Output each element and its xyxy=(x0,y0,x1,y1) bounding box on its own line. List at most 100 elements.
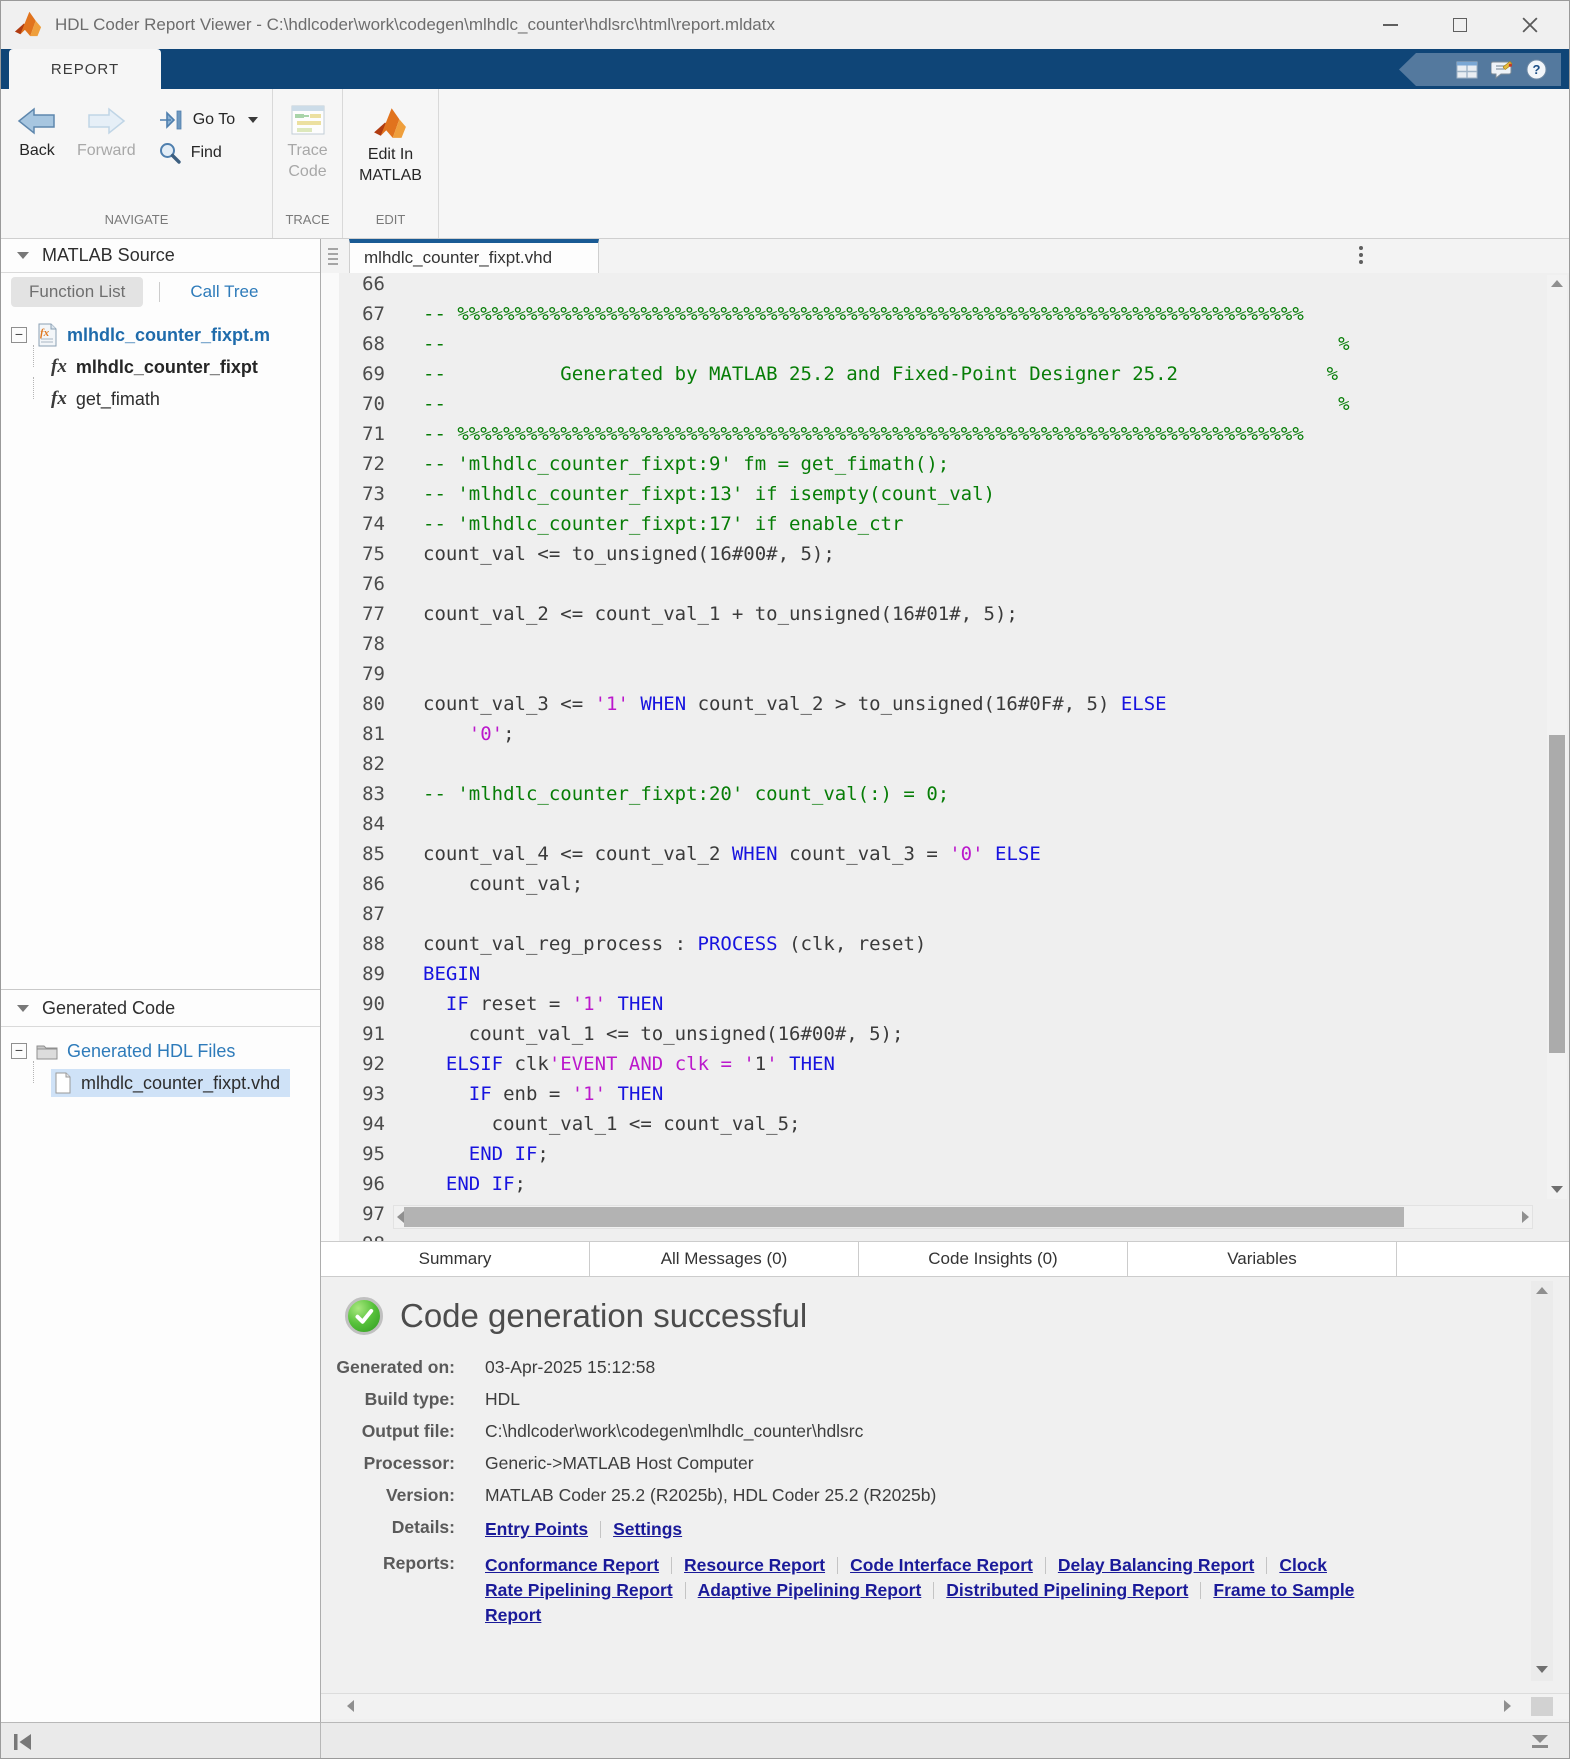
line-content: -- %%%%%%%%%%%%%%%%%%%%%%%%%%%%%%%%%%%%%… xyxy=(385,299,1304,329)
line-content: count_val_1 <= to_unsigned(16#00#, 5); xyxy=(385,1019,903,1049)
line-content: BEGIN xyxy=(385,959,480,989)
matlab-file-icon: fx xyxy=(36,323,58,347)
link-adaptive-pipelining-report[interactable]: Adaptive Pipelining Report xyxy=(698,1580,922,1600)
summary-horizontal-scrollbar[interactable] xyxy=(321,1693,1569,1719)
scroll-down-icon[interactable] xyxy=(1551,1186,1563,1193)
matlab-source-header[interactable]: MATLAB Source xyxy=(1,239,320,273)
line-number: 71 xyxy=(321,419,385,449)
close-button[interactable] xyxy=(1517,12,1543,38)
line-content: IF enb = '1' THEN xyxy=(385,1079,663,1109)
svg-text:?: ? xyxy=(1533,62,1541,77)
scroll-up-icon[interactable] xyxy=(1551,280,1563,287)
link-delay-balancing-report[interactable]: Delay Balancing Report xyxy=(1058,1555,1254,1575)
collapse-expander-icon[interactable]: − xyxy=(11,1043,27,1059)
scroll-left-icon[interactable] xyxy=(397,1211,404,1223)
forward-button[interactable]: Forward xyxy=(67,101,146,164)
code-line: 93 IF enb = '1' THEN xyxy=(321,1079,1569,1109)
tab-vhd-file[interactable]: mlhdlc_counter_fixpt.vhd xyxy=(349,239,599,273)
code-vertical-scrollbar[interactable] xyxy=(1547,275,1567,1199)
more-options-icon[interactable] xyxy=(1359,246,1363,264)
scroll-up-icon[interactable] xyxy=(1536,1287,1548,1294)
line-number: 98 xyxy=(321,1229,385,1241)
matlab-source-title: MATLAB Source xyxy=(42,245,175,266)
line-number: 84 xyxy=(321,809,385,839)
tree-item-hdl-folder[interactable]: − Generated HDL Files xyxy=(1,1035,320,1067)
line-number: 76 xyxy=(321,569,385,599)
tree-item-vhd-file[interactable]: mlhdlc_counter_fixpt.vhd xyxy=(1,1067,320,1099)
line-number: 96 xyxy=(321,1169,385,1199)
ribbon-toolbar: Back Forward Go To xyxy=(1,89,1569,239)
tree-item-function[interactable]: fx get_fimath xyxy=(1,383,320,415)
code-line: 79 xyxy=(321,659,1569,689)
link-conformance-report[interactable]: Conformance Report xyxy=(485,1555,659,1575)
edit-in-matlab-button[interactable]: Edit InMATLAB xyxy=(349,101,432,190)
back-label: Back xyxy=(19,142,55,160)
minimize-icon xyxy=(1383,24,1398,26)
collapse-expander-icon[interactable]: − xyxy=(11,327,27,343)
tree-item-function[interactable]: fx mlhdlc_counter_fixpt xyxy=(1,351,320,383)
tab-report[interactable]: REPORT xyxy=(9,49,161,89)
ribbon-group-navigate: Back Forward Go To xyxy=(1,89,273,238)
link-divider xyxy=(1266,1557,1267,1574)
code-line: 77count_val_2 <= count_val_1 + to_unsign… xyxy=(321,599,1569,629)
tree-item-label: get_fimath xyxy=(76,389,160,410)
skip-to-bottom-icon[interactable] xyxy=(1527,1733,1553,1751)
feedback-icon[interactable] xyxy=(1491,60,1513,80)
status-row: Code generation successful xyxy=(345,1297,1569,1335)
find-button[interactable]: Find xyxy=(158,141,258,165)
window-controls xyxy=(1377,12,1557,38)
tab-code-insights[interactable]: Code Insights (0) xyxy=(859,1242,1128,1276)
line-content: '0'; xyxy=(385,719,515,749)
status-bar xyxy=(1,1722,1569,1759)
vertical-scroll-thumb[interactable] xyxy=(1549,735,1565,1053)
panel-spacer xyxy=(321,1719,1569,1722)
line-number: 75 xyxy=(321,539,385,569)
line-content xyxy=(385,659,423,689)
titlebar: HDL Coder Report Viewer - C:\hdlcoder\wo… xyxy=(1,1,1569,49)
row-label: Processor: xyxy=(335,1453,455,1474)
link-code-interface-report[interactable]: Code Interface Report xyxy=(850,1555,1033,1575)
scroll-left-icon[interactable] xyxy=(347,1700,354,1712)
trace-code-button[interactable]: TraceCode xyxy=(277,101,337,186)
generated-code-header[interactable]: Generated Code xyxy=(1,989,320,1027)
summary-row-reports: Reports: Conformance ReportResource Repo… xyxy=(335,1553,1569,1628)
help-icon[interactable]: ? xyxy=(1526,59,1547,80)
group-label-navigate: NAVIGATE xyxy=(1,212,272,238)
code-line: 95 END IF; xyxy=(321,1139,1569,1169)
splitter-grip-icon[interactable] xyxy=(328,248,338,265)
maximize-button[interactable] xyxy=(1447,12,1473,38)
goto-label: Go To xyxy=(193,111,235,129)
minimize-button[interactable] xyxy=(1377,12,1403,38)
line-content: -- 'mlhdlc_counter_fixpt:9' fm = get_fim… xyxy=(385,449,949,479)
link-resource-report[interactable]: Resource Report xyxy=(684,1555,825,1575)
link-entry-points[interactable]: Entry Points xyxy=(485,1519,588,1539)
tree-item-source-file[interactable]: − fx mlhdlc_counter_fixpt.m xyxy=(1,319,320,351)
tab-summary[interactable]: Summary xyxy=(321,1242,590,1276)
link-settings[interactable]: Settings xyxy=(613,1519,682,1539)
line-number: 73 xyxy=(321,479,385,509)
back-button[interactable]: Back xyxy=(7,101,67,164)
function-list-tree: − fx mlhdlc_counter_fixpt.m fx mlhdlc_co… xyxy=(1,311,320,989)
summary-panel: Code generation successful Generated on:… xyxy=(321,1277,1569,1693)
row-value: HDL xyxy=(485,1389,520,1410)
goto-button[interactable]: Go To xyxy=(158,109,258,131)
horizontal-scroll-thumb[interactable] xyxy=(404,1207,1404,1227)
line-number: 81 xyxy=(321,719,385,749)
line-number: 80 xyxy=(321,689,385,719)
line-content: count_val; xyxy=(385,869,583,899)
tab-variables[interactable]: Variables xyxy=(1128,1242,1397,1276)
code-horizontal-scrollbar[interactable] xyxy=(393,1205,1533,1229)
scroll-right-icon[interactable] xyxy=(1522,1211,1529,1223)
tab-all-messages[interactable]: All Messages (0) xyxy=(590,1242,859,1276)
scroll-down-icon[interactable] xyxy=(1536,1666,1548,1673)
summary-vertical-scrollbar[interactable] xyxy=(1531,1281,1553,1681)
code-editor[interactable]: 6667-- %%%%%%%%%%%%%%%%%%%%%%%%%%%%%%%%%… xyxy=(321,273,1569,1241)
tab-call-tree[interactable]: Call Tree xyxy=(176,282,272,302)
skip-to-start-icon[interactable] xyxy=(11,1731,35,1753)
main-area: MATLAB Source Function List Call Tree − … xyxy=(1,239,1569,1722)
link-distributed-pipelining-report[interactable]: Distributed Pipelining Report xyxy=(946,1580,1188,1600)
scroll-right-icon[interactable] xyxy=(1504,1700,1511,1712)
summary-row-version: Version: MATLAB Coder 25.2 (R2025b), HDL… xyxy=(335,1485,1569,1506)
layout-icon[interactable] xyxy=(1456,61,1478,79)
tab-function-list[interactable]: Function List xyxy=(11,277,143,307)
